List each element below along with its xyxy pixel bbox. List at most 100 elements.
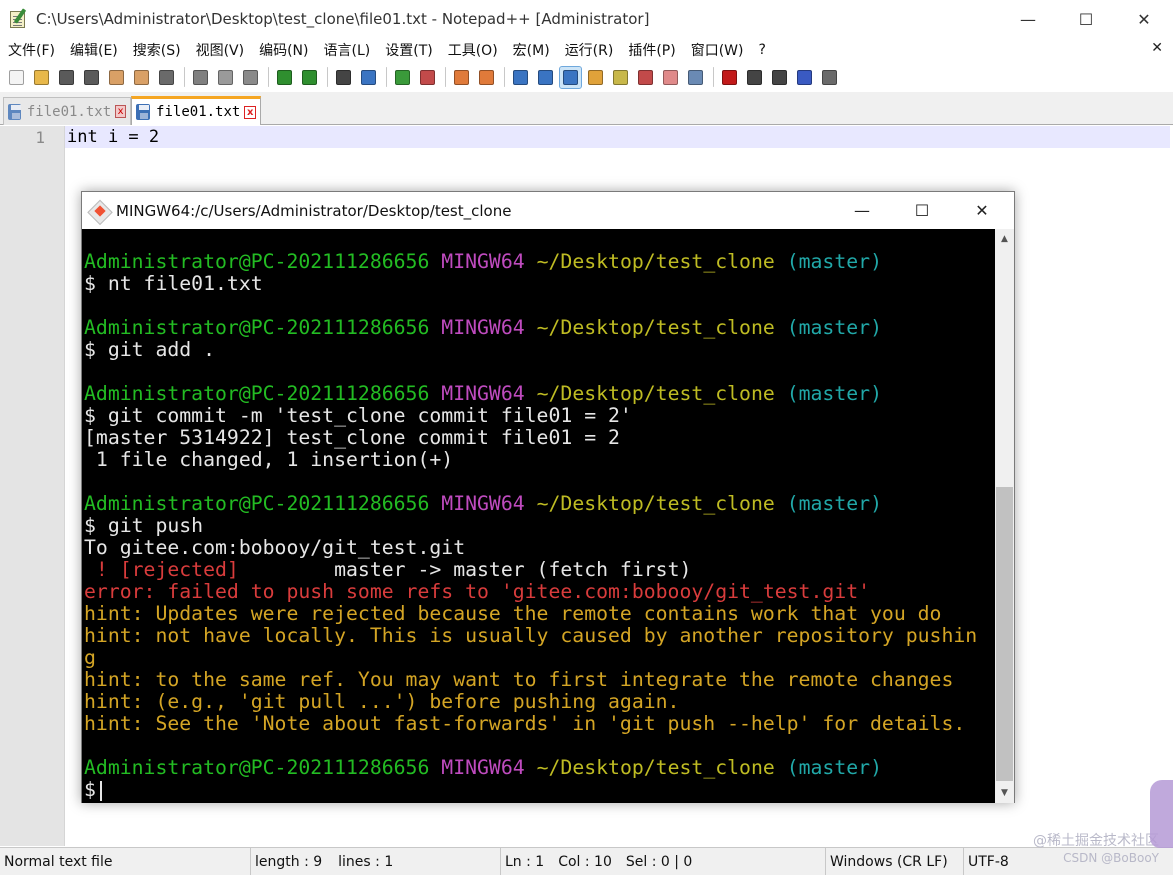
- scrollbar-thumb[interactable]: [996, 487, 1013, 781]
- scroll-up-arrow-icon[interactable]: ▲: [995, 229, 1014, 249]
- print-button[interactable]: [156, 67, 177, 88]
- redo-icon: [302, 69, 317, 85]
- open-file-button[interactable]: [31, 67, 52, 88]
- close-button[interactable]: ✕: [1115, 0, 1173, 38]
- prompt-path: ~/Desktop/test_clone: [536, 492, 775, 515]
- editor-text[interactable]: int i = 2: [67, 127, 159, 147]
- tab-close-icon[interactable]: x: [244, 105, 256, 119]
- language-button[interactable]: [585, 67, 606, 88]
- copy-icon: [218, 69, 233, 85]
- menu-view[interactable]: 视图(V): [188, 40, 252, 60]
- zoom-out-button[interactable]: [417, 67, 438, 88]
- status-file-type: Normal text file: [4, 854, 113, 870]
- input-line[interactable]: $: [84, 779, 102, 801]
- sync-horizontal-button[interactable]: [476, 67, 497, 88]
- menu-bar: 文件(F) 编辑(E) 搜索(S) 视图(V) 编码(N) 语言(L) 设置(T…: [0, 38, 1173, 62]
- stop-macro-button[interactable]: [744, 67, 765, 88]
- command-line: $ git add .: [84, 338, 216, 361]
- menu-macro[interactable]: 宏(M): [505, 40, 557, 60]
- save-button[interactable]: [56, 67, 77, 88]
- prompt-env: MINGW64: [441, 756, 525, 779]
- word-wrap-icon: [513, 69, 528, 85]
- status-eol[interactable]: Windows (CR LF): [825, 848, 963, 875]
- git-bash-icon: [89, 199, 112, 222]
- menu-edit[interactable]: 编辑(E): [62, 40, 125, 60]
- tab-file01-active[interactable]: file01.txt x: [131, 96, 261, 125]
- close-button[interactable]: [106, 67, 127, 88]
- save-macro-button[interactable]: [819, 67, 840, 88]
- command-line: $ nt file01.txt: [84, 272, 263, 295]
- minimize-button[interactable]: —: [999, 0, 1057, 38]
- replace-button[interactable]: [358, 67, 379, 88]
- prompt-branch: (master): [786, 250, 882, 273]
- mascot-image: [1150, 780, 1173, 848]
- function-list-button[interactable]: [635, 67, 656, 88]
- menu-plugins[interactable]: 插件(P): [620, 40, 682, 60]
- terminal-window[interactable]: MINGW64:/c/Users/Administrator/Desktop/t…: [81, 191, 1015, 803]
- maximize-icon: ☐: [914, 201, 930, 220]
- terminal-maximize-button[interactable]: ☐: [892, 192, 952, 229]
- prompt-branch: (master): [786, 316, 882, 339]
- prompt-env: MINGW64: [441, 492, 525, 515]
- tab-close-icon[interactable]: x: [115, 105, 126, 118]
- copy-button[interactable]: [215, 67, 236, 88]
- maximize-icon: ☐: [1078, 9, 1094, 29]
- terminal-title-bar: MINGW64:/c/Users/Administrator/Desktop/t…: [82, 192, 1014, 229]
- close-document-button[interactable]: ✕: [1151, 40, 1163, 56]
- new-file-button[interactable]: [6, 67, 27, 88]
- toolbar-separator: [184, 67, 185, 87]
- prompt-branch: (master): [786, 756, 882, 779]
- terminal-minimize-button[interactable]: —: [832, 192, 892, 229]
- sync-vertical-button[interactable]: [451, 67, 472, 88]
- menu-help[interactable]: ?: [751, 42, 773, 58]
- play-macro-button[interactable]: [769, 67, 790, 88]
- minimize-icon: —: [1020, 9, 1036, 29]
- terminal-close-button[interactable]: ✕: [952, 192, 1012, 229]
- prompt-line: Administrator@PC-202111286656 MINGW64 ~/…: [84, 317, 882, 339]
- monitoring-button[interactable]: [685, 67, 706, 88]
- prompt-branch: (master): [786, 492, 882, 515]
- folder-workspace-button[interactable]: [660, 67, 681, 88]
- menu-search[interactable]: 搜索(S): [125, 40, 188, 60]
- play-multiple-icon: [797, 69, 812, 85]
- redo-button[interactable]: [299, 67, 320, 88]
- record-macro-button[interactable]: [719, 67, 740, 88]
- tab-file01-inactive[interactable]: file01.txt x: [3, 97, 131, 125]
- rejected-marker: ! [rejected]: [84, 558, 239, 581]
- terminal-output[interactable]: Administrator@PC-202111286656 MINGW64 ~/…: [82, 229, 995, 803]
- prompt-line: Administrator@PC-202111286656 MINGW64 ~/…: [84, 251, 882, 273]
- maximize-button[interactable]: ☐: [1057, 0, 1115, 38]
- find-button[interactable]: [333, 67, 354, 88]
- output-line: 1 file changed, 1 insertion(+): [84, 448, 454, 471]
- menu-file[interactable]: 文件(F): [0, 40, 62, 60]
- menu-language[interactable]: 语言(L): [316, 40, 378, 60]
- menu-encoding[interactable]: 编码(N): [251, 40, 315, 60]
- terminal-scrollbar[interactable]: ▲ ▼: [995, 229, 1014, 803]
- hint-line: hint: not have locally. This is usually …: [84, 624, 978, 647]
- tab-label: file01.txt: [26, 103, 112, 120]
- menu-run[interactable]: 运行(R): [557, 40, 621, 60]
- menu-window[interactable]: 窗口(W): [683, 40, 751, 60]
- close-all-button[interactable]: [131, 67, 152, 88]
- undo-button[interactable]: [274, 67, 295, 88]
- word-wrap-button[interactable]: [510, 67, 531, 88]
- terminal-title: MINGW64:/c/Users/Administrator/Desktop/t…: [116, 201, 512, 220]
- doc-map-button[interactable]: [610, 67, 631, 88]
- menu-tools[interactable]: 工具(O): [440, 40, 505, 60]
- cut-button[interactable]: [190, 67, 211, 88]
- prompt-user: Administrator@PC-202111286656: [84, 250, 430, 273]
- prompt-path: ~/Desktop/test_clone: [536, 250, 775, 273]
- save-all-button[interactable]: [81, 67, 102, 88]
- indent-guide-button[interactable]: [559, 65, 582, 89]
- menu-settings[interactable]: 设置(T): [377, 40, 439, 60]
- print-icon: [159, 69, 174, 85]
- play-multiple-button[interactable]: [794, 67, 815, 88]
- toolbar: [0, 62, 1173, 92]
- prompt-line: Administrator@PC-202111286656 MINGW64 ~/…: [84, 383, 882, 405]
- status-col: Col : 10: [558, 854, 612, 870]
- paste-button[interactable]: [240, 67, 261, 88]
- scroll-down-arrow-icon[interactable]: ▼: [995, 783, 1014, 803]
- show-all-chars-button[interactable]: [535, 67, 556, 88]
- zoom-in-button[interactable]: [392, 67, 413, 88]
- window-title: C:\Users\Administrator\Desktop\test_clon…: [36, 10, 650, 28]
